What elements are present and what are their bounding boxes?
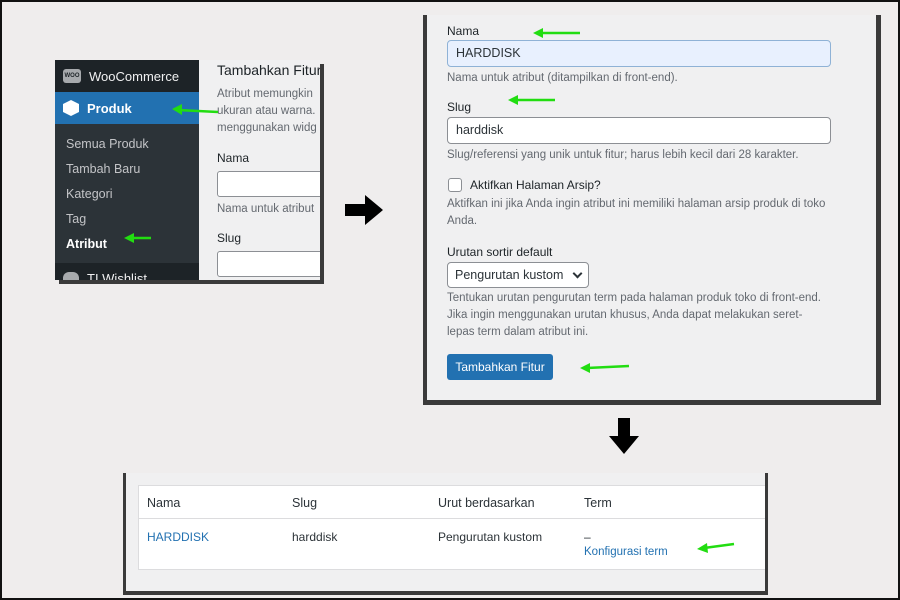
attributes-table: Nama Slug Urut berdasarkan Term HARDDISK…: [138, 485, 765, 570]
nama-input[interactable]: [217, 171, 320, 197]
table-header: Nama Slug Urut berdasarkan Term: [139, 486, 765, 519]
annotation-arrow: [580, 363, 630, 373]
sort-select-value: Pengurutan kustom: [455, 268, 564, 282]
slug-input[interactable]: harddisk: [447, 117, 831, 144]
submenu-item-kategori[interactable]: Kategori: [55, 182, 199, 207]
arrow-right-icon: [345, 195, 383, 225]
submenu-item-semua-produk[interactable]: Semua Produk: [55, 132, 199, 157]
form-description: Atribut memungkin ukuran atau warna. men…: [217, 88, 317, 134]
admin-sidebar: WOO WooCommerce Produk Semua Produk Tamb…: [55, 60, 199, 280]
menu-item-wishlist[interactable]: TI Wishlist: [55, 263, 199, 280]
annotation-arrow: [697, 542, 735, 553]
archive-label: Aktifkan Halaman Arsip?: [470, 178, 601, 192]
annotation-arrow: [533, 28, 580, 38]
attribute-order: Pengurutan kustom: [438, 530, 543, 544]
add-attribute-button[interactable]: Tambahkan Fitur: [447, 354, 553, 380]
sort-label: Urutan sortir default: [447, 245, 553, 259]
slug-input[interactable]: [217, 251, 320, 277]
sort-help: Tentukan urutan pengurutan term pada hal…: [447, 292, 821, 338]
add-attribute-form: Nama HARDDISK Nama untuk atribut (ditamp…: [423, 15, 881, 405]
submenu-item-tambah-baru[interactable]: Tambah Baru: [55, 157, 199, 182]
nama-label: Nama: [447, 24, 480, 38]
sort-select[interactable]: Pengurutan kustom: [447, 262, 589, 288]
archive-checkbox[interactable]: [448, 178, 462, 192]
add-attribute-form-partial: Tambahkan Fitur Atribut memungkin ukuran…: [217, 60, 320, 277]
column-header-nama[interactable]: Nama: [147, 496, 180, 510]
column-header-term[interactable]: Term: [584, 496, 612, 510]
slug-help: Slug/referensi yang unik untuk fitur; ha…: [447, 149, 799, 161]
arrow-down-icon: [609, 418, 639, 454]
attributes-table-screenshot: Nama Slug Urut berdasarkan Term HARDDISK…: [123, 473, 768, 595]
annotation-arrow: [172, 104, 219, 115]
menu-item-label: WooCommerce: [89, 68, 180, 84]
column-header-slug[interactable]: Slug: [292, 496, 317, 510]
menu-item-label: TI Wishlist: [87, 270, 147, 281]
slug-label: Slug: [447, 100, 472, 114]
nama-input[interactable]: HARDDISK: [447, 40, 831, 67]
heart-icon: [63, 272, 79, 280]
attribute-slug: harddisk: [292, 530, 338, 544]
attribute-name-link[interactable]: HARDDISK: [147, 530, 209, 544]
annotation-arrow: [124, 233, 151, 243]
woocommerce-icon: WOO: [63, 69, 81, 83]
nama-label: Nama: [217, 151, 250, 165]
form-title: Tambahkan Fitur: [217, 62, 320, 78]
admin-menu-screenshot: WOO WooCommerce Produk Semua Produk Tamb…: [55, 60, 320, 280]
attribute-terms: –: [584, 530, 591, 544]
menu-item-label: Produk: [87, 100, 132, 116]
menu-item-woocommerce[interactable]: WOO WooCommerce: [55, 60, 199, 92]
slug-label: Slug: [217, 231, 242, 245]
nama-help: Nama untuk atribut: [217, 203, 315, 215]
submenu-item-tag[interactable]: Tag: [55, 207, 199, 232]
archive-help: Aktifkan ini jika Anda ingin atribut ini…: [447, 198, 826, 227]
nama-help: Nama untuk atribut (ditampilkan di front…: [447, 72, 678, 84]
box-icon: [63, 100, 79, 116]
column-header-urut[interactable]: Urut berdasarkan: [438, 496, 535, 510]
configure-terms-link[interactable]: Konfigurasi term: [584, 546, 668, 558]
annotation-arrow: [508, 95, 555, 105]
chevron-down-icon: [572, 268, 583, 279]
